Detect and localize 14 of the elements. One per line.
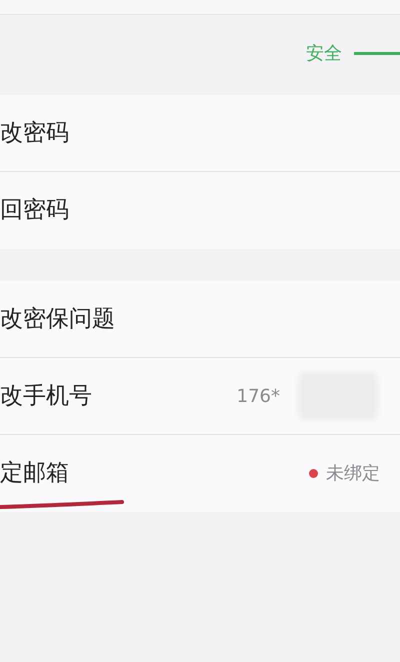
row-label: 改密码 [0, 118, 69, 148]
row-label: 定邮箱 [0, 459, 69, 488]
settings-row[interactable]: 改密保问题 [0, 281, 400, 358]
settings-row[interactable]: 定邮箱 未绑定 [0, 435, 400, 512]
settings-row[interactable]: 回密码 [0, 172, 400, 249]
settings-row[interactable]: 改手机号 176* [0, 358, 400, 435]
security-level-line [354, 52, 400, 54]
row-label: 回密码 [0, 196, 69, 226]
phone-number: 176* [236, 384, 280, 408]
row-label: 改手机号 [0, 382, 92, 411]
status-text: 未绑定 [326, 462, 380, 486]
security-label: 安全 [306, 42, 342, 66]
settings-row[interactable]: 改密码 [0, 95, 400, 172]
row-label: 改密保问题 [0, 304, 115, 334]
